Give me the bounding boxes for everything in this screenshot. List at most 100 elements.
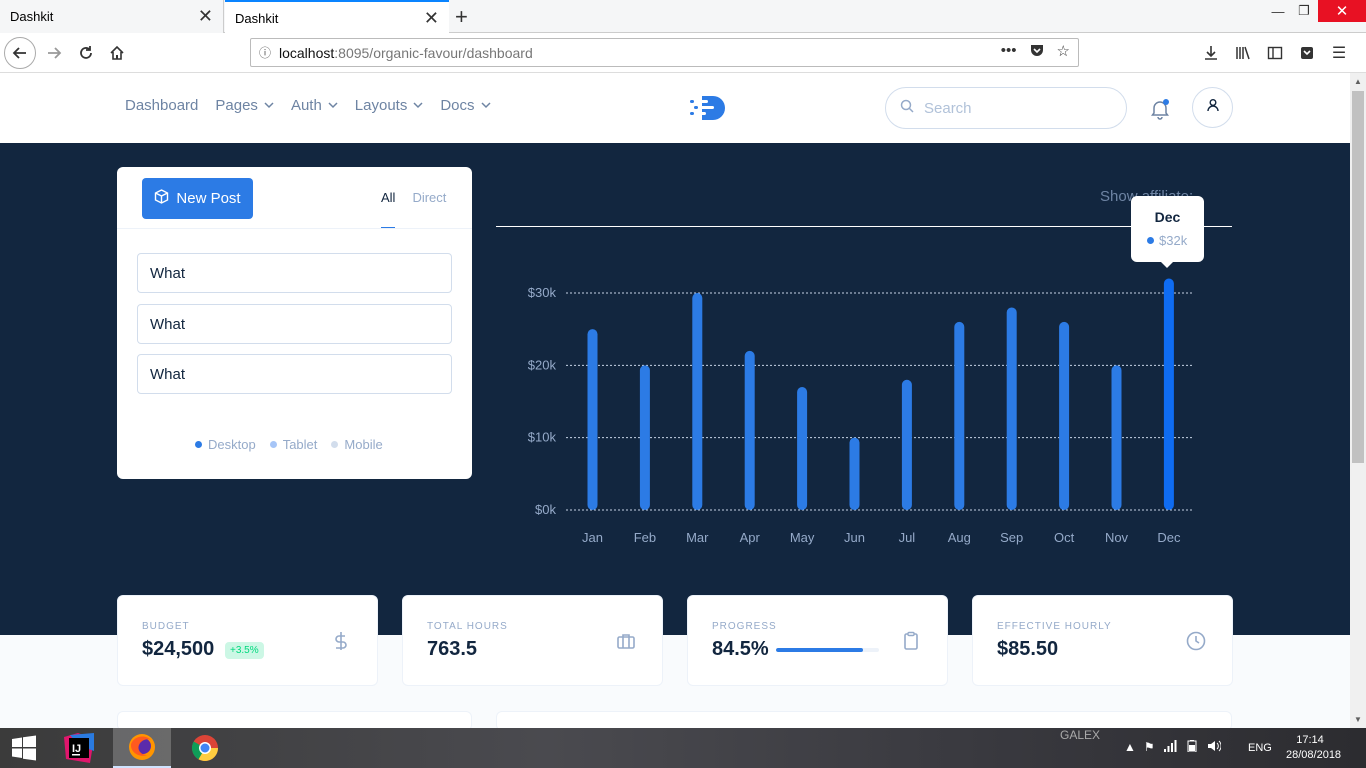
chart-bar-jul[interactable] xyxy=(901,379,912,510)
legend-label: Desktop xyxy=(208,437,256,452)
sidebar-icon[interactable] xyxy=(1262,37,1288,69)
reload-icon[interactable] xyxy=(70,37,102,69)
browser-tab[interactable]: Dashkit ✕ xyxy=(0,0,224,33)
progress-bar xyxy=(776,648,879,652)
menu-item-label: Docs xyxy=(440,97,475,114)
y-tick-label: $20k xyxy=(528,357,557,372)
tab-direct[interactable]: Direct xyxy=(412,190,446,205)
menu-item-dashboard[interactable]: Dashboard xyxy=(125,97,198,114)
chart-bar-sep[interactable] xyxy=(1006,307,1017,510)
stat-badge: +3.5% xyxy=(225,642,264,659)
search-box[interactable] xyxy=(885,87,1127,129)
chart-bar-may[interactable] xyxy=(797,387,808,510)
tray-expand-icon[interactable]: ▲ xyxy=(1124,740,1136,755)
stat-value: $24,500 xyxy=(142,638,215,660)
windows-start-icon[interactable] xyxy=(0,728,48,768)
window-restore-icon[interactable]: ❐ xyxy=(1292,0,1316,22)
scroll-down-icon[interactable]: ▼ xyxy=(1350,711,1366,727)
new-post-label: New Post xyxy=(176,190,241,207)
scrollbar-thumb[interactable] xyxy=(1352,91,1364,463)
menu-item-docs[interactable]: Docs xyxy=(440,97,491,114)
chart-bar-mar[interactable] xyxy=(692,293,703,510)
chart-bar-aug[interactable] xyxy=(954,321,965,510)
stat-card-progress: PROGRESS 84.5% xyxy=(687,595,948,686)
stat-value: 763.5 xyxy=(427,638,478,660)
library-icon[interactable] xyxy=(1230,37,1256,69)
x-tick-label: Nov xyxy=(1105,530,1129,545)
stat-value: 84.5% xyxy=(712,638,769,660)
stat-label: BUDGET xyxy=(142,621,190,632)
page-actions-icon[interactable]: ••• xyxy=(1001,42,1017,62)
notification-bell-icon[interactable] xyxy=(1148,97,1172,121)
system-tray: ▲ ⚑ xyxy=(1124,740,1222,755)
menu-item-layouts[interactable]: Layouts xyxy=(355,97,424,114)
battery-icon[interactable] xyxy=(1185,740,1199,755)
pocket-icon[interactable] xyxy=(1029,42,1045,62)
post-input[interactable] xyxy=(137,253,452,293)
intellij-icon[interactable]: IJ xyxy=(50,728,108,768)
volume-icon[interactable] xyxy=(1207,740,1222,755)
tab-close-icon[interactable]: ✕ xyxy=(198,6,213,27)
tooltip-value-row: $32k xyxy=(1147,233,1187,248)
y-tick-label: $30k xyxy=(528,285,557,300)
chart-bar-feb[interactable] xyxy=(639,365,650,510)
chart-bar-jan[interactable] xyxy=(587,329,598,510)
pocket-toolbar-icon[interactable] xyxy=(1294,37,1320,69)
chart-bar-jun[interactable] xyxy=(849,437,860,510)
new-tab-icon[interactable]: + xyxy=(455,4,468,30)
input-language[interactable]: ENG xyxy=(1248,742,1272,754)
menu-item-auth[interactable]: Auth xyxy=(291,97,338,114)
clock-icon xyxy=(1186,631,1206,651)
tab-all[interactable]: All xyxy=(381,190,396,229)
system-clock[interactable]: 17:14 28/08/2018 xyxy=(1286,733,1341,763)
window-minimize-icon[interactable]: — xyxy=(1264,0,1292,22)
info-icon[interactable]: ⓘ xyxy=(251,44,279,61)
browser-tabstrip: Dashkit ✕ Dashkit ✕ + — ❐ ✕ xyxy=(0,0,1366,34)
post-tabs: All Direct xyxy=(381,190,446,229)
legend-item-tablet: Tablet xyxy=(269,437,317,452)
x-tick-label: Mar xyxy=(686,530,709,545)
search-icon xyxy=(900,99,914,118)
vertical-scrollbar[interactable]: ▲ ▼ xyxy=(1350,73,1366,728)
menu-item-pages[interactable]: Pages xyxy=(215,97,274,114)
stat-card-budget: BUDGET $24,500 +3.5% xyxy=(117,595,378,686)
network-icon[interactable] xyxy=(1163,740,1177,755)
bookmark-star-icon[interactable]: ☆ xyxy=(1057,42,1070,62)
x-tick-label: Dec xyxy=(1157,530,1181,545)
windows-taskbar: IJ GALEX ▲ ⚑ ENG 17:14 28/08/2018 xyxy=(0,728,1366,768)
user-avatar-button[interactable] xyxy=(1192,87,1233,128)
flag-icon[interactable]: ⚑ xyxy=(1144,740,1155,755)
chart-bar-nov[interactable] xyxy=(1111,365,1122,510)
back-arrow-icon[interactable] xyxy=(4,37,36,69)
stat-value: $85.50 xyxy=(997,638,1059,660)
firefox-icon[interactable] xyxy=(113,728,171,768)
browser-tab-active[interactable]: Dashkit ✕ xyxy=(225,0,449,34)
chrome-icon[interactable] xyxy=(176,728,234,768)
chart-bar-dec[interactable] xyxy=(1163,278,1174,510)
url-path: :8095/organic-favour/dashboard xyxy=(334,44,533,61)
chart-bar-apr[interactable] xyxy=(744,350,755,510)
dollar-icon xyxy=(331,631,351,651)
forward-arrow-icon[interactable] xyxy=(38,37,70,69)
tab-close-icon[interactable]: ✕ xyxy=(424,8,439,29)
chevron-down-icon xyxy=(328,101,338,112)
tab-title: Dashkit xyxy=(10,9,54,24)
device-legend: Desktop Tablet Mobile xyxy=(195,437,383,452)
window-close-icon[interactable]: ✕ xyxy=(1318,0,1366,22)
download-icon[interactable] xyxy=(1198,37,1224,69)
home-icon[interactable] xyxy=(101,37,133,69)
post-input[interactable] xyxy=(137,354,452,394)
chart-bar-oct[interactable] xyxy=(1059,321,1070,510)
hamburger-menu-icon[interactable]: ☰ xyxy=(1326,37,1352,69)
url-bar[interactable]: ⓘ localhost:8095/organic-favour/dashboar… xyxy=(250,38,1079,67)
monthly-bar-chart: $0k $10k $20k $30k Jan Feb Mar Apr May Jun Jul Aug S… xyxy=(528,278,1193,545)
dashkit-logo-icon[interactable] xyxy=(690,95,726,121)
new-post-button[interactable]: New Post xyxy=(142,178,253,219)
post-input[interactable] xyxy=(137,304,452,344)
x-tick-label: Jan xyxy=(582,530,603,545)
stat-label: EFFECTIVE HOURLY xyxy=(997,621,1112,632)
scroll-up-icon[interactable]: ▲ xyxy=(1350,73,1366,89)
legend-dot xyxy=(331,441,339,448)
search-input[interactable] xyxy=(924,99,1104,117)
browser-navbar: ⓘ localhost:8095/organic-favour/dashboar… xyxy=(0,33,1366,73)
